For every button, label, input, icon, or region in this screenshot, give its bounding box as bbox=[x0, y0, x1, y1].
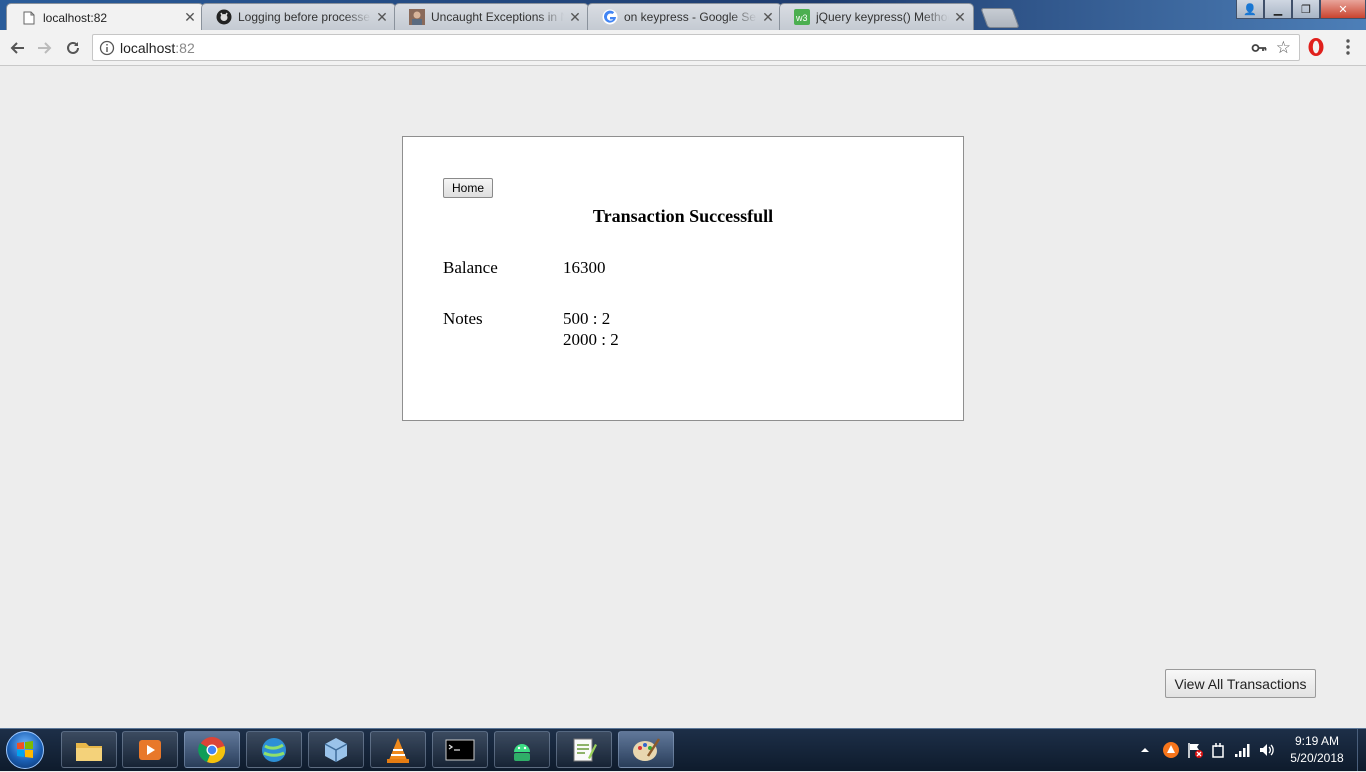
network-signal-icon[interactable] bbox=[1234, 742, 1252, 758]
paint-palette-icon bbox=[633, 737, 661, 761]
github-icon bbox=[216, 9, 232, 25]
note-item: 500 : 2 bbox=[563, 309, 611, 328]
address-bar[interactable]: localhost:82 ☆ bbox=[92, 34, 1300, 61]
balance-label: Balance bbox=[443, 258, 498, 277]
system-tray bbox=[1138, 729, 1276, 771]
taskbar-file-explorer[interactable] bbox=[61, 731, 117, 768]
browser-toolbar: localhost:82 ☆ bbox=[0, 30, 1366, 66]
tab-strip: localhost:82 ✕ Logging before processe ✕… bbox=[0, 0, 1366, 31]
reload-button[interactable] bbox=[61, 36, 85, 60]
taskbar-notepad-plus[interactable] bbox=[556, 731, 612, 768]
action-center-flag-icon[interactable] bbox=[1186, 741, 1204, 759]
w3schools-icon: w3 bbox=[794, 9, 810, 25]
maximize-button[interactable]: ❐ bbox=[1292, 0, 1320, 19]
home-button[interactable]: Home bbox=[443, 178, 494, 198]
tab-jquery-keypress[interactable]: w3 jQuery keypress() Method ✕ bbox=[779, 3, 974, 30]
notepad-icon bbox=[573, 738, 597, 761]
start-button[interactable] bbox=[6, 731, 44, 769]
url-host: localhost bbox=[120, 40, 176, 56]
media-player-icon bbox=[139, 739, 161, 760]
tab-close-icon[interactable]: ✕ bbox=[375, 9, 389, 26]
taskbar-box-app[interactable] bbox=[308, 731, 364, 768]
key-icon[interactable] bbox=[1251, 40, 1267, 56]
url-port: :82 bbox=[175, 40, 195, 56]
vlc-cone-icon bbox=[387, 737, 409, 763]
taskbar-vlc[interactable] bbox=[370, 731, 426, 768]
menu-dots-icon[interactable] bbox=[1342, 38, 1354, 56]
taskbar-clock[interactable]: 9:19 AM 5/20/2018 bbox=[1282, 733, 1352, 767]
globe-icon bbox=[262, 737, 286, 762]
tab-label: localhost:82 bbox=[43, 10, 108, 25]
user-icon[interactable]: 👤 bbox=[1236, 0, 1264, 19]
terminal-icon bbox=[445, 739, 475, 760]
minimize-button[interactable]: ▁ bbox=[1264, 0, 1292, 19]
view-all-transactions-button[interactable]: View All Transactions bbox=[1165, 669, 1316, 698]
chrome-icon bbox=[198, 736, 226, 763]
avast-icon[interactable] bbox=[1162, 741, 1180, 759]
tab-close-icon[interactable]: ✕ bbox=[568, 9, 582, 26]
balance-value: 16300 bbox=[563, 258, 606, 277]
show-hidden-icons-icon[interactable] bbox=[1138, 743, 1152, 757]
transaction-card: Home Transaction Successfull Balance 163… bbox=[402, 136, 964, 421]
tab-localhost[interactable]: localhost:82 ✕ bbox=[6, 3, 204, 31]
forward-button[interactable] bbox=[33, 36, 57, 60]
tab-close-icon[interactable]: ✕ bbox=[761, 9, 775, 26]
note-item: 2000 : 2 bbox=[563, 330, 619, 349]
svg-text:w3: w3 bbox=[795, 13, 808, 23]
taskbar-chrome[interactable] bbox=[184, 731, 240, 768]
clock-date: 5/20/2018 bbox=[1290, 751, 1344, 765]
window-controls: 👤 ▁ ❐ ✕ bbox=[1236, 0, 1366, 20]
back-arrow-icon bbox=[10, 42, 24, 54]
taskbar-android-app[interactable] bbox=[494, 731, 550, 768]
tab-logging[interactable]: Logging before processe ✕ bbox=[201, 3, 396, 30]
page-icon bbox=[21, 10, 37, 26]
taskbar-paint[interactable] bbox=[618, 731, 674, 768]
android-icon bbox=[514, 743, 530, 761]
cube-icon bbox=[324, 737, 348, 762]
taskbar-terminal[interactable] bbox=[432, 731, 488, 768]
tab-label: Uncaught Exceptions in N bbox=[431, 10, 564, 24]
taskbar-network-app[interactable] bbox=[246, 731, 302, 768]
notes-list: 500 : 2 2000 : 2 bbox=[563, 308, 619, 350]
volume-icon[interactable] bbox=[1258, 742, 1276, 758]
notes-label: Notes bbox=[443, 309, 483, 328]
tab-label: Logging before processe bbox=[238, 10, 371, 24]
info-icon[interactable] bbox=[99, 40, 115, 56]
windows-logo-icon bbox=[17, 741, 33, 758]
tab-close-icon[interactable]: ✕ bbox=[953, 9, 967, 26]
url-text[interactable]: localhost:82 bbox=[120, 40, 195, 56]
opera-icon[interactable] bbox=[1306, 37, 1326, 57]
google-icon bbox=[602, 9, 618, 25]
tab-label: jQuery keypress() Method bbox=[816, 10, 949, 24]
taskbar: 9:19 AM 5/20/2018 bbox=[0, 728, 1366, 771]
folder-icon bbox=[76, 742, 102, 761]
taskbar-media-player[interactable] bbox=[122, 731, 178, 768]
bookmark-star-icon[interactable]: ☆ bbox=[1276, 38, 1291, 58]
back-button[interactable] bbox=[5, 36, 29, 60]
forward-arrow-icon bbox=[38, 42, 52, 54]
tab-close-icon[interactable]: ✕ bbox=[183, 9, 197, 26]
close-window-button[interactable]: ✕ bbox=[1320, 0, 1366, 19]
clock-time: 9:19 AM bbox=[1294, 734, 1340, 748]
new-tab-button[interactable] bbox=[980, 8, 1020, 28]
page-title: Transaction Successfull bbox=[592, 206, 774, 226]
tab-label: on keypress - Google Sea bbox=[624, 10, 757, 24]
avatar-icon bbox=[409, 9, 425, 25]
show-desktop-button[interactable] bbox=[1357, 729, 1366, 771]
device-icon[interactable] bbox=[1210, 741, 1226, 759]
reload-icon bbox=[67, 41, 79, 54]
tab-google-search[interactable]: on keypress - Google Sea ✕ bbox=[587, 3, 782, 30]
tab-uncaught[interactable]: Uncaught Exceptions in N ✕ bbox=[394, 3, 589, 30]
